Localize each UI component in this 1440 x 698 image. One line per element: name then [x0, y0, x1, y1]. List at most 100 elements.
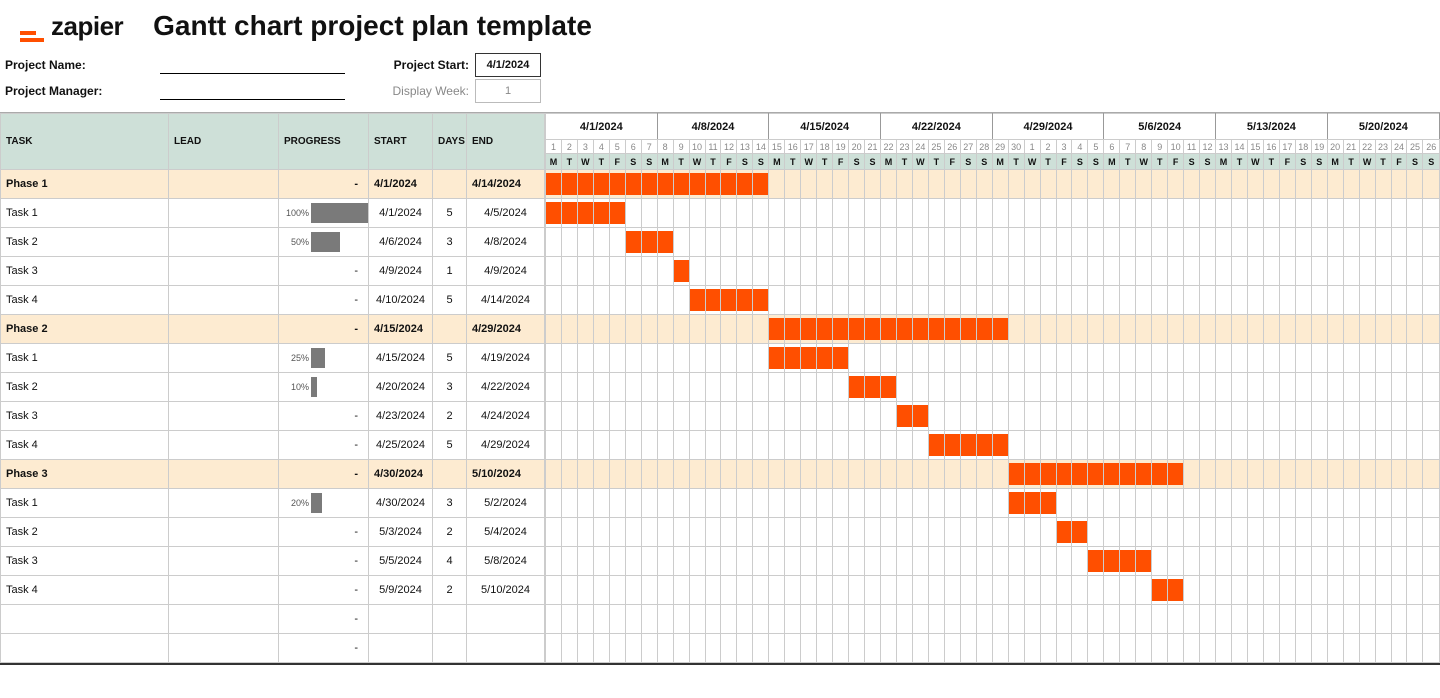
day-number: 13 — [1216, 140, 1232, 154]
task-row[interactable]: Task 1 25% 4/15/202454/19/2024 — [1, 344, 545, 373]
gantt-bar-segment — [817, 318, 832, 340]
week-header: 5/13/2024 — [1216, 114, 1328, 140]
gantt-bar-segment — [674, 173, 689, 195]
gantt-bar-segment — [929, 318, 944, 340]
project-start-input[interactable]: 4/1/2024 — [475, 53, 541, 77]
gantt-bar-segment — [897, 405, 912, 427]
project-manager-label: Project Manager: — [5, 84, 160, 98]
day-letter: M — [1327, 154, 1343, 170]
gantt-bar-segment — [1041, 492, 1056, 514]
task-row[interactable]: Task 1 100% 4/1/202454/5/2024 — [1, 199, 545, 228]
day-number: 18 — [817, 140, 833, 154]
day-number: 4 — [1072, 140, 1088, 154]
display-week-input[interactable]: 1 — [475, 79, 541, 103]
task-row[interactable]: Task 4 - 4/25/202454/29/2024 — [1, 431, 545, 460]
day-number: 20 — [1327, 140, 1343, 154]
day-letter: M — [546, 154, 562, 170]
day-letter: F — [1391, 154, 1407, 170]
col-end[interactable]: END — [467, 114, 545, 170]
day-number: 29 — [992, 140, 1008, 154]
task-row[interactable]: - — [1, 605, 545, 634]
gantt-bar-segment — [721, 289, 736, 311]
task-row[interactable]: Task 2 10% 4/20/202434/22/2024 — [1, 373, 545, 402]
day-letter: T — [1231, 154, 1247, 170]
task-row[interactable]: Task 1 20% 4/30/202435/2/2024 — [1, 489, 545, 518]
day-letter: W — [801, 154, 817, 170]
gantt-row — [546, 402, 1440, 431]
day-number: 9 — [1152, 140, 1168, 154]
day-letter: M — [881, 154, 897, 170]
gantt-bar-segment — [1088, 550, 1103, 572]
day-letter: T — [673, 154, 689, 170]
project-manager-input[interactable] — [160, 82, 345, 100]
col-days[interactable]: DAYS — [433, 114, 467, 170]
phase-row[interactable]: Phase 2-4/15/20244/29/2024 — [1, 315, 545, 344]
day-letter: S — [753, 154, 769, 170]
day-number: 15 — [1247, 140, 1263, 154]
day-letter: S — [641, 154, 657, 170]
col-progress[interactable]: PROGRESS — [279, 114, 369, 170]
gantt-bar-segment — [1104, 550, 1119, 572]
gantt-bar-segment — [801, 347, 816, 369]
day-number: 27 — [960, 140, 976, 154]
task-row[interactable]: Task 4 - 5/9/202425/10/2024 — [1, 576, 545, 605]
gantt-bar-segment — [753, 173, 768, 195]
gantt-bar-segment — [1057, 463, 1072, 485]
gantt-bar-segment — [658, 231, 673, 253]
col-lead[interactable]: LEAD — [169, 114, 279, 170]
project-name-input[interactable] — [160, 56, 345, 74]
day-number: 2 — [561, 140, 577, 154]
col-start[interactable]: START — [369, 114, 433, 170]
gantt-bar-segment — [865, 318, 880, 340]
gantt-bar-segment — [1120, 550, 1135, 572]
day-number: 14 — [1231, 140, 1247, 154]
task-row[interactable]: Task 4 - 4/10/202454/14/2024 — [1, 286, 545, 315]
gantt-bar-segment — [642, 173, 657, 195]
gantt-bar-segment — [658, 173, 673, 195]
gantt-row — [546, 199, 1440, 228]
phase-row[interactable]: Phase 1-4/1/20244/14/2024 — [1, 170, 545, 199]
col-task[interactable]: TASK — [1, 114, 169, 170]
day-letter: S — [1407, 154, 1423, 170]
gantt-bar-segment — [785, 318, 800, 340]
day-number: 16 — [1263, 140, 1279, 154]
gantt-bar-segment — [562, 173, 577, 195]
day-letter: F — [609, 154, 625, 170]
day-number: 2 — [1040, 140, 1056, 154]
day-number: 10 — [1168, 140, 1184, 154]
day-number: 5 — [609, 140, 625, 154]
gantt-bar-segment — [1088, 463, 1103, 485]
page-title: Gantt chart project plan template — [153, 10, 592, 42]
day-number: 17 — [801, 140, 817, 154]
task-row[interactable]: Task 3 - 4/9/202414/9/2024 — [1, 257, 545, 286]
gantt-bar-segment — [881, 318, 896, 340]
gantt-bar-segment — [769, 347, 784, 369]
gantt-bar-segment — [977, 318, 992, 340]
task-row[interactable]: - — [1, 634, 545, 663]
gantt-row — [546, 576, 1440, 605]
gantt-row — [546, 257, 1440, 286]
task-row[interactable]: Task 3 - 4/23/202424/24/2024 — [1, 402, 545, 431]
gantt-bar-segment — [1168, 579, 1183, 601]
gantt-bar-segment — [1152, 463, 1167, 485]
phase-row[interactable]: Phase 3-4/30/20245/10/2024 — [1, 460, 545, 489]
day-letter: S — [849, 154, 865, 170]
day-letter: S — [1184, 154, 1200, 170]
task-row[interactable]: Task 2 50% 4/6/202434/8/2024 — [1, 228, 545, 257]
day-letter: F — [833, 154, 849, 170]
day-letter: S — [1423, 154, 1440, 170]
gantt-bar-segment — [833, 347, 848, 369]
day-number: 24 — [1391, 140, 1407, 154]
gantt-row — [546, 228, 1440, 257]
day-number: 22 — [881, 140, 897, 154]
day-number: 11 — [705, 140, 721, 154]
week-header: 4/8/2024 — [657, 114, 769, 140]
day-number: 30 — [1008, 140, 1024, 154]
week-header: 4/22/2024 — [881, 114, 993, 140]
gantt-bar-segment — [578, 173, 593, 195]
gantt-row — [546, 315, 1440, 344]
day-number: 8 — [657, 140, 673, 154]
task-row[interactable]: Task 2 - 5/3/202425/4/2024 — [1, 518, 545, 547]
day-number: 18 — [1295, 140, 1311, 154]
task-row[interactable]: Task 3 - 5/5/202445/8/2024 — [1, 547, 545, 576]
